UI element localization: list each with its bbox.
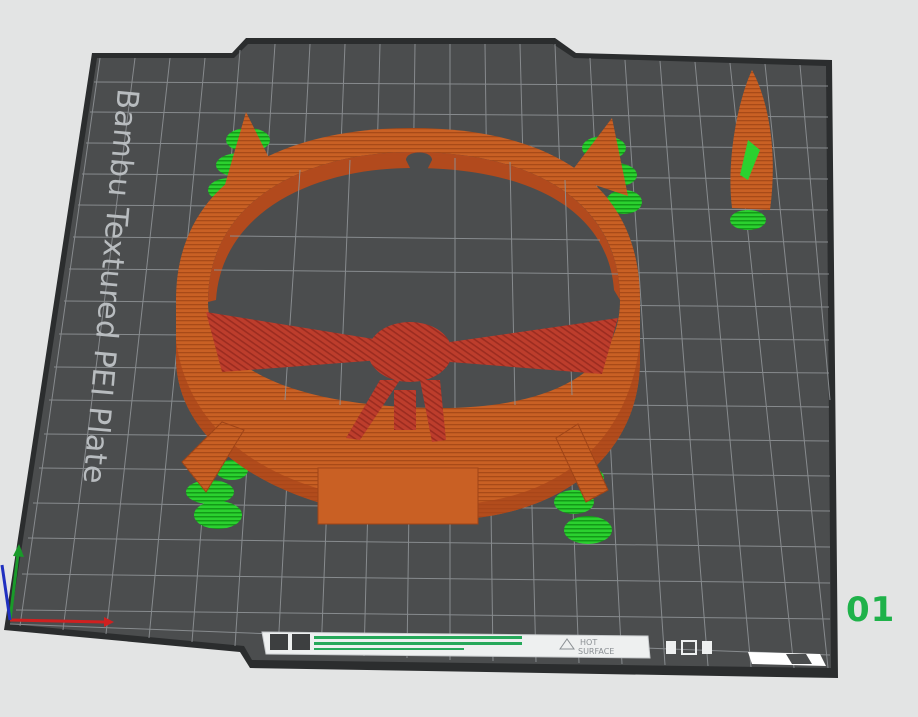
hot-label: HOT xyxy=(580,638,597,647)
3d-viewport[interactable]: Bambu Textured PEI Plate HOT SURFACE xyxy=(0,0,918,717)
fan-duct-ring-model[interactable] xyxy=(176,112,640,525)
surface-label: SURFACE xyxy=(578,647,614,656)
plate-number: 01 xyxy=(846,590,896,630)
